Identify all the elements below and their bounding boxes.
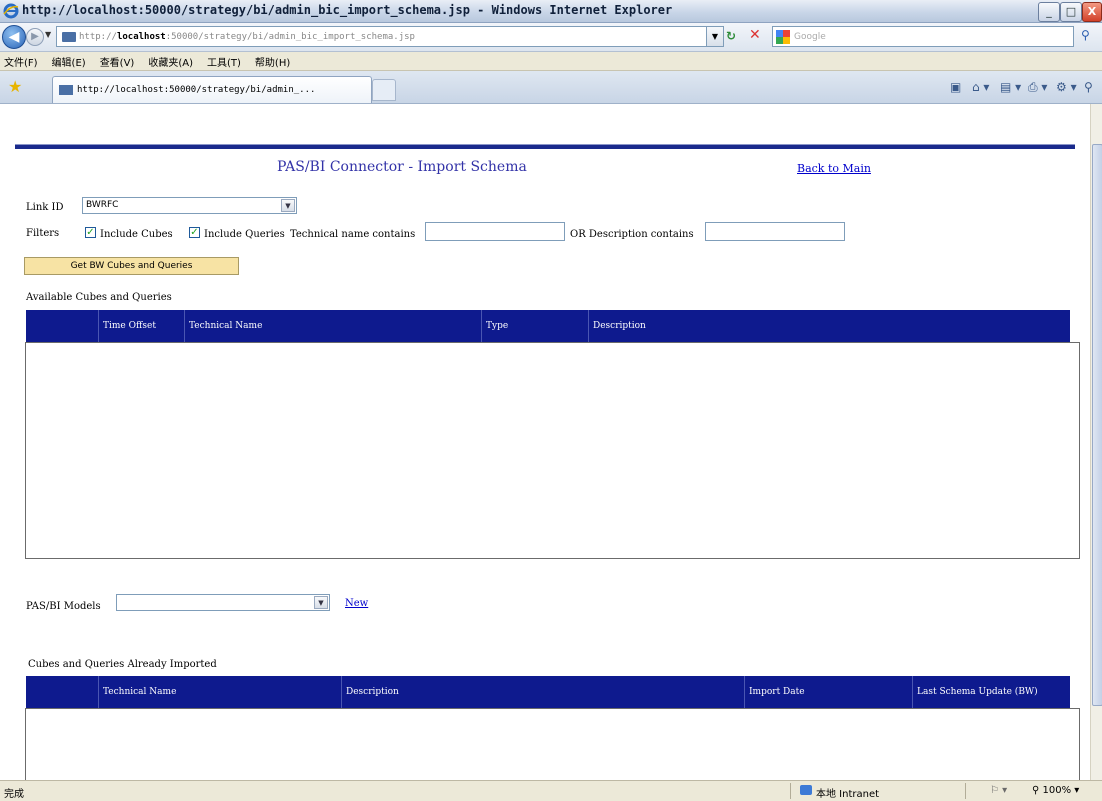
history-dropdown-icon[interactable]: ▼ xyxy=(45,30,51,39)
column-header[interactable]: Type xyxy=(481,310,586,342)
window-title: http://localhost:50000/strategy/bi/admin… xyxy=(22,3,673,17)
include-cubes-label: Include Cubes xyxy=(100,229,173,240)
page-viewport: PAS/BI Connector - Import Schema Back to… xyxy=(0,104,1090,780)
print-icon[interactable]: ⎙ ▾ xyxy=(1028,80,1047,95)
column-header[interactable]: Description xyxy=(341,676,739,708)
chevron-down-icon[interactable]: ▼ xyxy=(281,199,295,212)
title-bar: http://localhost:50000/strategy/bi/admin… xyxy=(0,0,1102,23)
models-select[interactable]: ▼ xyxy=(116,594,330,611)
filters-label: Filters xyxy=(26,228,60,239)
status-text: 完成 xyxy=(4,789,24,800)
tools-icon[interactable]: ⚙ ▾ xyxy=(1056,80,1077,94)
search-icon[interactable]: ⚲ xyxy=(1081,28,1090,42)
new-tab-button[interactable] xyxy=(372,79,396,101)
models-label: PAS/BI Models xyxy=(26,601,101,612)
maximize-button[interactable]: □ xyxy=(1060,2,1082,22)
search-placeholder[interactable]: Google xyxy=(794,32,826,42)
security-zone[interactable]: 本地 Intranet xyxy=(816,785,879,800)
vertical-scrollbar[interactable] xyxy=(1090,104,1102,780)
column-header[interactable]: Time Offset xyxy=(98,310,180,342)
feeds-icon[interactable]: ▣ xyxy=(950,80,961,94)
available-grid-body[interactable] xyxy=(25,342,1080,559)
header-rule xyxy=(15,144,1075,149)
menu-file[interactable]: 文件(F) xyxy=(4,54,38,69)
include-queries-checkbox[interactable]: ✓ xyxy=(189,227,200,238)
new-model-link[interactable]: New xyxy=(345,598,368,609)
technical-name-input[interactable] xyxy=(425,222,565,241)
research-icon[interactable]: ⚲ xyxy=(1084,80,1093,94)
link-id-label: Link ID xyxy=(26,202,64,213)
get-cubes-queries-button[interactable]: Get BW Cubes and Queries xyxy=(24,257,239,275)
menu-edit[interactable]: 编辑(E) xyxy=(52,54,86,69)
chevron-down-icon[interactable]: ▼ xyxy=(314,596,328,609)
stop-icon[interactable]: ✕ xyxy=(749,27,761,43)
status-separator xyxy=(790,783,791,799)
link-id-select[interactable]: BWRFC ▼ xyxy=(82,197,297,214)
scrollbar-thumb[interactable] xyxy=(1092,144,1102,706)
zoom-level[interactable]: ⚲ 100% ▾ xyxy=(1032,785,1079,796)
tab-current[interactable]: http://localhost:50000/strategy/bi/admin… xyxy=(52,76,372,103)
link-id-value: BWRFC xyxy=(86,200,119,210)
back-to-main-link[interactable]: Back to Main xyxy=(797,162,871,175)
protected-mode-icon[interactable]: ⚐ ▾ xyxy=(990,785,1007,796)
include-queries-label: Include Queries xyxy=(204,229,285,240)
imported-section-label: Cubes and Queries Already Imported xyxy=(28,659,217,670)
address-dropdown-icon[interactable]: ▼ xyxy=(706,26,724,47)
page-icon xyxy=(62,31,76,42)
tab-bar: ★ http://localhost:50000/strategy/bi/adm… xyxy=(0,71,1102,104)
search-box[interactable]: Google xyxy=(772,26,1074,47)
navigation-bar: ◀ ▶ ▼ http://localhost:50000/strategy/bi… xyxy=(0,23,1102,52)
technical-name-label: Technical name contains xyxy=(290,229,416,240)
imported-grid-body[interactable] xyxy=(25,708,1080,780)
forward-button[interactable]: ▶ xyxy=(26,28,44,46)
google-icon xyxy=(776,29,790,44)
available-section-label: Available Cubes and Queries xyxy=(26,292,172,303)
page-title: PAS/BI Connector - Import Schema xyxy=(277,159,527,175)
address-bar[interactable]: http://localhost:50000/strategy/bi/admin… xyxy=(56,26,710,47)
menu-bar: 文件(F) 编辑(E) 查看(V) 收藏夹(A) 工具(T) 帮助(H) xyxy=(0,52,1102,71)
column-header[interactable]: Last Schema Update (BW) xyxy=(912,676,1067,708)
column-header[interactable]: Technical Name xyxy=(98,676,336,708)
back-button[interactable]: ◀ xyxy=(2,25,26,49)
column-header[interactable]: Import Date xyxy=(744,676,909,708)
import-schema-page: PAS/BI Connector - Import Schema Back to… xyxy=(15,104,1080,780)
status-bar: 完成 本地 Intranet ⚐ ▾ ⚲ 100% ▾ xyxy=(0,780,1102,801)
imported-grid-header: Technical Name Description Import Date L… xyxy=(26,676,1070,708)
description-label: OR Description contains xyxy=(570,229,694,240)
description-input[interactable] xyxy=(705,222,845,241)
home-icon[interactable]: ⌂ ▾ xyxy=(972,80,989,94)
include-cubes-checkbox[interactable]: ✓ xyxy=(85,227,96,238)
minimize-button[interactable]: _ xyxy=(1038,2,1060,22)
page-menu-icon[interactable]: ▤ ▾ xyxy=(1000,80,1021,94)
status-separator xyxy=(965,783,966,799)
menu-help[interactable]: 帮助(H) xyxy=(255,54,290,69)
menu-view[interactable]: 查看(V) xyxy=(100,54,135,69)
column-header[interactable]: Technical Name xyxy=(184,310,479,342)
close-button[interactable]: X xyxy=(1082,2,1102,22)
ie-logo-icon xyxy=(3,3,19,19)
menu-tools[interactable]: 工具(T) xyxy=(207,54,241,69)
address-text[interactable]: http://localhost:50000/strategy/bi/admin… xyxy=(79,32,415,42)
favorites-star-icon[interactable]: ★ xyxy=(8,77,22,96)
page-icon xyxy=(59,85,73,95)
menu-favorites[interactable]: 收藏夹(A) xyxy=(148,54,193,69)
tab-title: http://localhost:50000/strategy/bi/admin… xyxy=(77,85,316,95)
available-grid-header: Time Offset Technical Name Type Descript… xyxy=(26,310,1070,342)
column-header[interactable]: Description xyxy=(588,310,1063,342)
intranet-zone-icon xyxy=(800,785,812,795)
refresh-icon[interactable]: ↻ xyxy=(726,29,736,43)
